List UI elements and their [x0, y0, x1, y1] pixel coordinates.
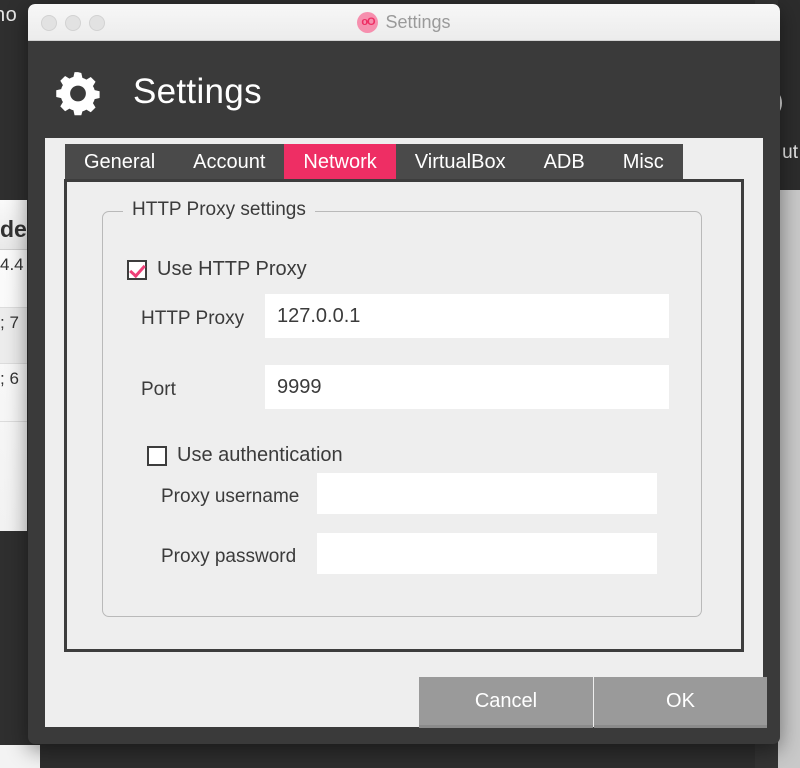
use-authentication-checkbox[interactable]: [147, 445, 167, 466]
use-http-proxy-checkbox[interactable]: [127, 259, 147, 280]
maximize-icon[interactable]: [89, 15, 105, 31]
background-list-row: 4.4: [0, 250, 27, 308]
use-authentication-label: Use authentication: [177, 444, 343, 466]
http-proxy-label: HTTP Proxy: [141, 308, 245, 329]
tab-strip: General Account Network VirtualBox ADB M…: [65, 144, 683, 180]
background-bottom-left-corner: [0, 745, 40, 768]
tab-virtualbox[interactable]: VirtualBox: [395, 144, 525, 180]
tab-panel-network: HTTP Proxy settings Use HTTP Proxy HTTP …: [64, 179, 744, 652]
background-right-text-fragment: ut: [782, 142, 798, 163]
port-input[interactable]: [265, 365, 669, 409]
gear-icon: [56, 72, 100, 116]
tab-general[interactable]: General: [65, 144, 175, 180]
background-left-text-fragment: no: [0, 4, 18, 26]
window-title: Settings: [385, 11, 451, 32]
group-legend: HTTP Proxy settings: [123, 199, 315, 221]
proxy-password-input[interactable]: [317, 533, 657, 574]
use-http-proxy-checkbox-row[interactable]: Use HTTP Proxy: [127, 258, 307, 281]
background-right-lower-panel: [778, 190, 800, 768]
cancel-button[interactable]: Cancel: [419, 677, 593, 728]
background-list-header: de: [0, 200, 27, 250]
background-list-row: ; 6: [0, 364, 27, 422]
use-authentication-checkbox-row[interactable]: Use authentication: [147, 444, 343, 467]
page-title: Settings: [133, 72, 262, 111]
minimize-icon[interactable]: [65, 15, 81, 31]
title-bar-center: oO Settings: [28, 4, 780, 40]
tab-network[interactable]: Network: [284, 144, 396, 180]
settings-dialog: oO Settings Settings General Account Net…: [28, 4, 780, 744]
close-icon[interactable]: [41, 15, 57, 31]
tab-account[interactable]: Account: [174, 144, 285, 180]
use-http-proxy-label: Use HTTP Proxy: [157, 258, 307, 280]
proxy-username-input[interactable]: [317, 473, 657, 514]
proxy-password-label: Proxy password: [161, 546, 297, 567]
dialog-header: Settings: [28, 41, 780, 143]
app-logo-icon: oO: [357, 11, 379, 33]
tab-adb[interactable]: ADB: [524, 144, 604, 180]
title-bar[interactable]: oO Settings: [28, 4, 780, 41]
proxy-username-label: Proxy username: [161, 486, 300, 507]
port-label: Port: [141, 379, 176, 400]
tab-misc[interactable]: Misc: [603, 144, 683, 180]
screen-root: no de 4.4 ; 7 ; 6 ut oO Settings Setting…: [0, 0, 800, 768]
http-proxy-input[interactable]: [265, 294, 669, 338]
background-list-row: ; 7: [0, 308, 27, 364]
http-proxy-settings-group: HTTP Proxy settings Use HTTP Proxy HTTP …: [102, 199, 702, 617]
content-panel: General Account Network VirtualBox ADB M…: [45, 138, 763, 727]
ok-button[interactable]: OK: [594, 677, 767, 728]
